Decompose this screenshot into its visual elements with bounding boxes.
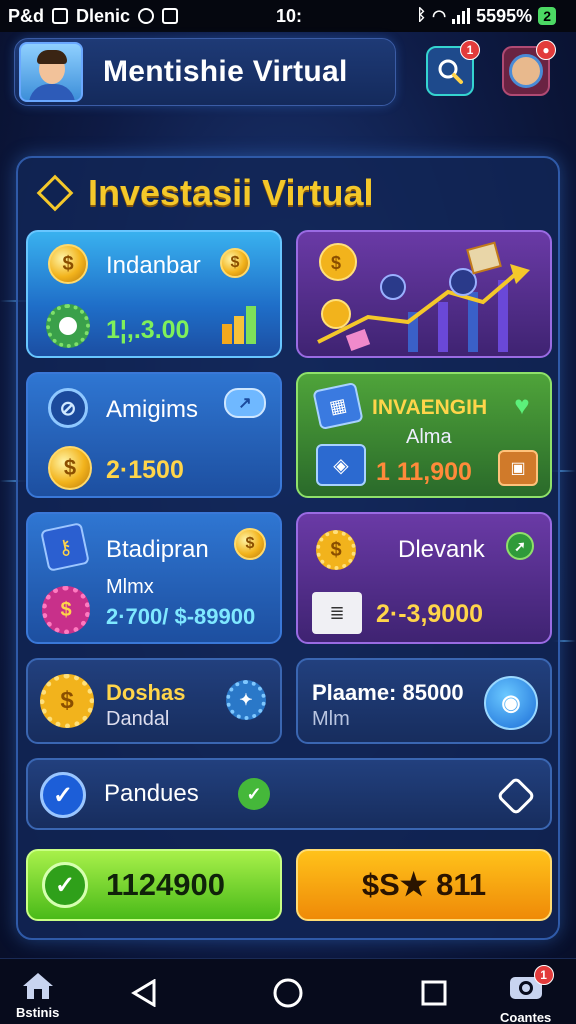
recents-square-icon: [421, 980, 447, 1006]
investment-card-indanbar[interactable]: $ Indanbar $ 1¦,.3.00: [26, 230, 282, 358]
secondary-balance-value: $S★ 811: [361, 867, 487, 902]
wifi-icon: ◠: [432, 8, 447, 25]
card-sublabel: Mlm: [312, 708, 350, 730]
rocket-icon: ➚: [506, 532, 534, 560]
settings-icon: ✦: [226, 680, 266, 720]
investment-card-invaengih[interactable]: ▦ INVAENGIH ♥ Alma ◈ 1 11,900 ▣: [296, 372, 552, 498]
diamond-icon: [36, 174, 74, 212]
directions-icon[interactable]: [496, 776, 536, 816]
status-clock: 10:: [276, 5, 303, 26]
card-value: 1 11,900: [376, 458, 472, 486]
card-value: 1¦,.3.00: [106, 316, 190, 344]
card-value: 2·-3,9000: [376, 600, 484, 628]
grid-icon: [162, 8, 179, 24]
profile-avatar-icon: [509, 54, 543, 88]
investment-card-plaame[interactable]: Plaame: 85000 Mlm ◉: [296, 658, 552, 744]
investment-card-doshas[interactable]: $ Doshas Dandal ✦: [26, 658, 282, 744]
compass-icon: ⊘: [48, 388, 88, 428]
profile-button[interactable]: ●: [502, 40, 556, 96]
chat-bubble-icon: ↗: [224, 388, 266, 418]
signal-icon: [452, 8, 471, 24]
card-label: Pandues: [104, 780, 199, 807]
target-icon: [138, 8, 155, 24]
nav-home-label: Bstinis: [16, 1005, 60, 1020]
check-badge-icon: ✓: [42, 862, 88, 908]
nav-home-circle[interactable]: [272, 977, 304, 1009]
nav-camera[interactable]: 1 Coantes: [500, 965, 554, 1024]
card-label: Dlevank: [398, 536, 485, 563]
nav-camera-label: Coantes: [500, 1010, 552, 1024]
coin-small-icon: $: [220, 248, 250, 278]
search-notification-badge: 1: [460, 40, 480, 60]
investment-card-btadipran[interactable]: ⚷ Btadipran $ $ Mlmx 2·700/ $-89900: [26, 512, 282, 644]
primary-balance-button[interactable]: ✓ 1124900: [26, 849, 282, 921]
card-label: Indanbar: [106, 252, 201, 279]
card-label: Plaame: 85000: [312, 680, 464, 705]
coin-icon: $: [48, 244, 88, 284]
key-card-icon: ⚷: [40, 522, 90, 572]
nav-home[interactable]: Bstinis: [16, 971, 59, 1020]
investment-growth-illustration: $: [317, 241, 530, 352]
camera-icon: 1: [506, 965, 554, 1006]
image-icon: [52, 8, 68, 24]
coin-icon: $: [48, 446, 92, 490]
app-header: Mentishie Virtual: [14, 38, 396, 106]
status-bar: P&d Dlenic 10: ᛒ ◠ 5595% 2: [0, 0, 576, 32]
svg-text:$: $: [331, 253, 341, 273]
back-triangle-icon: [131, 979, 156, 1007]
checkmark-shield-icon: ✓: [40, 772, 86, 818]
heart-icon: ♥: [514, 389, 530, 420]
search-icon: [438, 59, 463, 84]
investment-card-dlevank[interactable]: $ Dlevank ➚ ≣ 2·-3,9000: [296, 512, 552, 644]
profile-notification-badge: ●: [536, 40, 556, 60]
message-bubble-icon[interactable]: ◉: [484, 676, 538, 730]
user-avatar[interactable]: [19, 42, 83, 102]
app-title: Mentishie Virtual: [103, 55, 348, 88]
nav-recents[interactable]: [420, 979, 448, 1007]
home-icon: [22, 973, 53, 999]
card-sublabel: Alma: [406, 426, 452, 448]
growth-chart-card[interactable]: $: [296, 230, 552, 358]
battery-percent: 5595%: [476, 5, 533, 26]
calculator-icon: ▦: [312, 381, 364, 431]
treasure-chest-icon: ▣: [498, 450, 538, 486]
panel-title: Investasii Virtual: [88, 172, 374, 213]
bluetooth-icon: ᛒ: [416, 7, 427, 24]
camera-notification-badge: 1: [533, 965, 554, 985]
bottom-nav-bar: Bstinis 1 Coantes: [0, 958, 576, 1024]
card-label: Doshas: [106, 680, 186, 705]
gear-icon: $: [42, 586, 90, 634]
document-icon: ≣: [312, 592, 362, 634]
card-value: 2·700/ $-89900: [106, 604, 256, 629]
card-sublabel: Mlmx: [106, 576, 154, 598]
card-label: INVAENGIH: [372, 396, 488, 419]
card-value: 2·1500: [106, 456, 184, 484]
status-left-text: P&d: [8, 5, 44, 26]
primary-balance-value: 1124900: [106, 867, 225, 902]
investment-card-pandues[interactable]: ✓ Pandues ✓: [26, 758, 552, 830]
coin-gear-icon: $: [40, 674, 94, 728]
search-button[interactable]: 1: [426, 40, 480, 96]
coin-badge-icon: $: [234, 528, 266, 560]
gear-icon: [46, 304, 90, 348]
battery-icon: 2: [538, 7, 556, 25]
home-circle-icon: [273, 978, 303, 1008]
wallet-icon: ◈: [316, 444, 366, 486]
secondary-balance-button[interactable]: $S★ 811: [296, 849, 552, 921]
check-circle-icon: ✓: [238, 778, 270, 810]
investment-card-amigims[interactable]: ⊘ Amigims ↗ $ 2·1500: [26, 372, 282, 498]
status-app-text: Dlenic: [76, 5, 131, 26]
nav-back[interactable]: [130, 979, 158, 1007]
coin-gear-icon: $: [316, 530, 356, 570]
card-label: Btadipran: [106, 536, 209, 563]
card-label: Amigims: [106, 396, 199, 423]
card-sublabel: Dandal: [106, 708, 170, 730]
bar-chart-icon: [222, 306, 256, 344]
